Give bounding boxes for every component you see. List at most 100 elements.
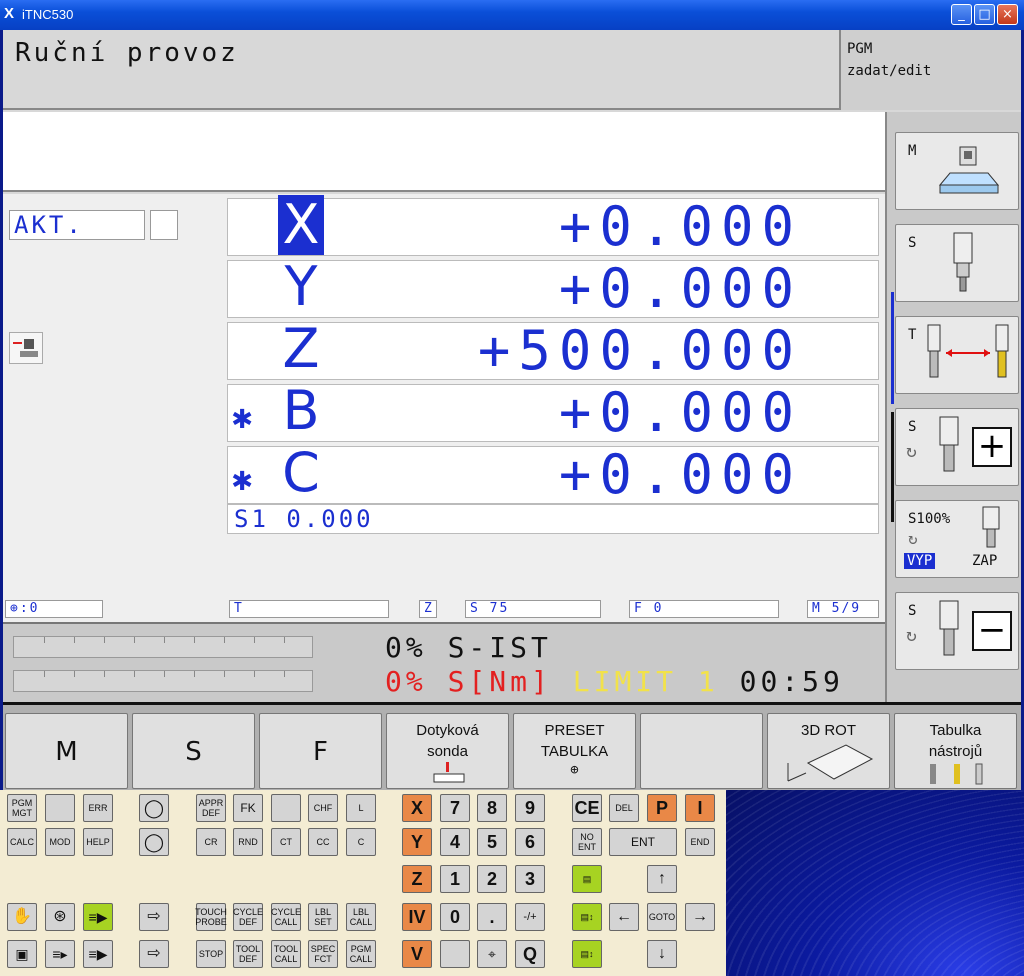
clamp-icon: ✱: [232, 397, 253, 437]
side-softkey-s100[interactable]: S100% ↻ VYP ZAP: [895, 500, 1019, 578]
axis-label-b[interactable]: B: [278, 381, 324, 441]
arrow-right-icon[interactable]: →: [685, 903, 715, 931]
softkey-preset-table[interactable]: PRESET TABULKA ⊕: [513, 713, 636, 789]
softkey-tool-table[interactable]: Tabulka nástrojů: [894, 713, 1017, 789]
handwheel-icon[interactable]: ⊛: [45, 903, 75, 931]
key-2[interactable]: 2: [477, 865, 507, 893]
tool-change-icon: [927, 324, 1009, 378]
teach-icon[interactable]: ▣: [7, 940, 37, 968]
key-pgm-call[interactable]: PGM CALL: [346, 940, 376, 968]
side-softkey-t[interactable]: T: [895, 316, 1019, 394]
key-fk[interactable]: FK: [233, 794, 263, 822]
arrow-up-icon[interactable]: ↑: [647, 865, 677, 893]
key-i[interactable]: I: [685, 794, 715, 822]
key-0[interactable]: 0: [440, 903, 470, 931]
softkey-empty[interactable]: [640, 713, 763, 789]
side-key-label: S: [908, 235, 917, 251]
program-test-icon[interactable]: ▤↕: [572, 940, 602, 968]
key-dot[interactable]: .: [477, 903, 507, 931]
key-cr[interactable]: CR: [196, 828, 226, 856]
key-axis-x[interactable]: X: [402, 794, 432, 822]
key-blank[interactable]: [440, 940, 470, 968]
softkey-3d-rot[interactable]: 3D ROT: [767, 713, 890, 789]
key-blank[interactable]: [271, 794, 301, 822]
key-cc[interactable]: CC: [308, 828, 338, 856]
key-touch-probe[interactable]: TOUCH PROBE: [195, 903, 227, 931]
axis-label-x[interactable]: X: [278, 195, 324, 255]
maximize-button[interactable]: □: [974, 4, 995, 25]
key-del[interactable]: DEL: [609, 794, 639, 822]
key-axis-z[interactable]: Z: [402, 865, 432, 893]
key-ce[interactable]: CE: [572, 794, 602, 822]
key-calc[interactable]: CALC: [7, 828, 37, 856]
softkey-touch-probe[interactable]: Dotyková sonda: [386, 713, 509, 789]
key-cycle-def[interactable]: CYCLE DEF: [233, 903, 263, 931]
key-7[interactable]: 7: [440, 794, 470, 822]
key-5[interactable]: 5: [477, 828, 507, 856]
key-tool-def[interactable]: TOOL DEF: [233, 940, 263, 968]
minimize-button[interactable]: _: [951, 4, 972, 25]
key-6[interactable]: 6: [515, 828, 545, 856]
pgm-edit-mode[interactable]: PGM zadat/edit: [839, 30, 1021, 110]
key-goto[interactable]: GOTO: [647, 903, 677, 931]
positioning-icon[interactable]: ⇨: [139, 903, 169, 931]
key-ent[interactable]: ENT: [609, 828, 677, 856]
softkey-f[interactable]: F: [259, 713, 382, 789]
side-softkey-s[interactable]: S: [895, 224, 1019, 302]
manual-hand-icon[interactable]: ✋: [7, 903, 37, 931]
program-step-icon[interactable]: ▤↕: [572, 903, 602, 931]
axis-label-c[interactable]: C: [278, 443, 324, 503]
key-mod[interactable]: MOD: [45, 828, 75, 856]
key-stop[interactable]: STOP: [196, 940, 226, 968]
arrow-left-icon[interactable]: ←: [609, 903, 639, 931]
side-softkey-m[interactable]: M: [895, 132, 1019, 210]
key-blank[interactable]: [45, 794, 75, 822]
key-rotate-icon[interactable]: ◯: [139, 794, 169, 822]
key-rnd[interactable]: RND: [233, 828, 263, 856]
key-1[interactable]: 1: [440, 865, 470, 893]
key-pgm-mgt[interactable]: PGM MGT: [7, 794, 37, 822]
side-softkey-s-minus[interactable]: S ↻ −: [895, 592, 1019, 670]
key-err[interactable]: ERR: [83, 794, 113, 822]
program-icon[interactable]: ▤: [572, 865, 602, 893]
key-end[interactable]: END: [685, 828, 715, 856]
key-9[interactable]: 9: [515, 794, 545, 822]
key-ct[interactable]: CT: [271, 828, 301, 856]
key-tool-call[interactable]: TOOL CALL: [271, 940, 301, 968]
softkey-m[interactable]: M: [5, 713, 128, 789]
program-run-icon[interactable]: ≡▶: [83, 903, 113, 931]
full-sequence-icon[interactable]: ≡▶: [83, 940, 113, 968]
arrow-down-icon[interactable]: ↓: [647, 940, 677, 968]
key-cycle-call[interactable]: CYCLE CALL: [271, 903, 301, 931]
key-axis-iv[interactable]: IV: [402, 903, 432, 931]
key-axis-v[interactable]: V: [402, 940, 432, 968]
key-q[interactable]: Q: [515, 940, 545, 968]
minus-icon: −: [972, 611, 1012, 651]
key-spec-fct[interactable]: SPEC FCT: [308, 940, 338, 968]
softkey-s[interactable]: S: [132, 713, 255, 789]
close-button[interactable]: ×: [997, 4, 1018, 25]
axis-label-z[interactable]: Z: [278, 319, 324, 379]
single-block-icon[interactable]: ≡▸: [45, 940, 75, 968]
key-rotate-icon[interactable]: ◯: [139, 828, 169, 856]
key-l[interactable]: L: [346, 794, 376, 822]
key-plus-minus[interactable]: -/+: [515, 903, 545, 931]
key-c[interactable]: C: [346, 828, 376, 856]
key-4[interactable]: 4: [440, 828, 470, 856]
akt-extra-box: [150, 210, 178, 240]
key-no-ent[interactable]: NO ENT: [572, 828, 602, 856]
key-chf[interactable]: CHF: [308, 794, 338, 822]
key-lbl-set[interactable]: LBL SET: [308, 903, 338, 931]
axis-label-y[interactable]: Y: [278, 257, 324, 317]
key-lbl-call[interactable]: LBL CALL: [346, 903, 376, 931]
key-appr-def[interactable]: APPR DEF: [196, 794, 226, 822]
side-softkey-s-plus[interactable]: S ↻ +: [895, 408, 1019, 486]
mdi-icon[interactable]: ⇨: [139, 940, 169, 968]
actual-position-icon[interactable]: ⌖: [477, 940, 507, 968]
key-8[interactable]: 8: [477, 794, 507, 822]
key-help[interactable]: HELP: [83, 828, 113, 856]
key-axis-y[interactable]: Y: [402, 828, 432, 856]
side-key-label: S: [908, 419, 917, 435]
key-p[interactable]: P: [647, 794, 677, 822]
key-3[interactable]: 3: [515, 865, 545, 893]
